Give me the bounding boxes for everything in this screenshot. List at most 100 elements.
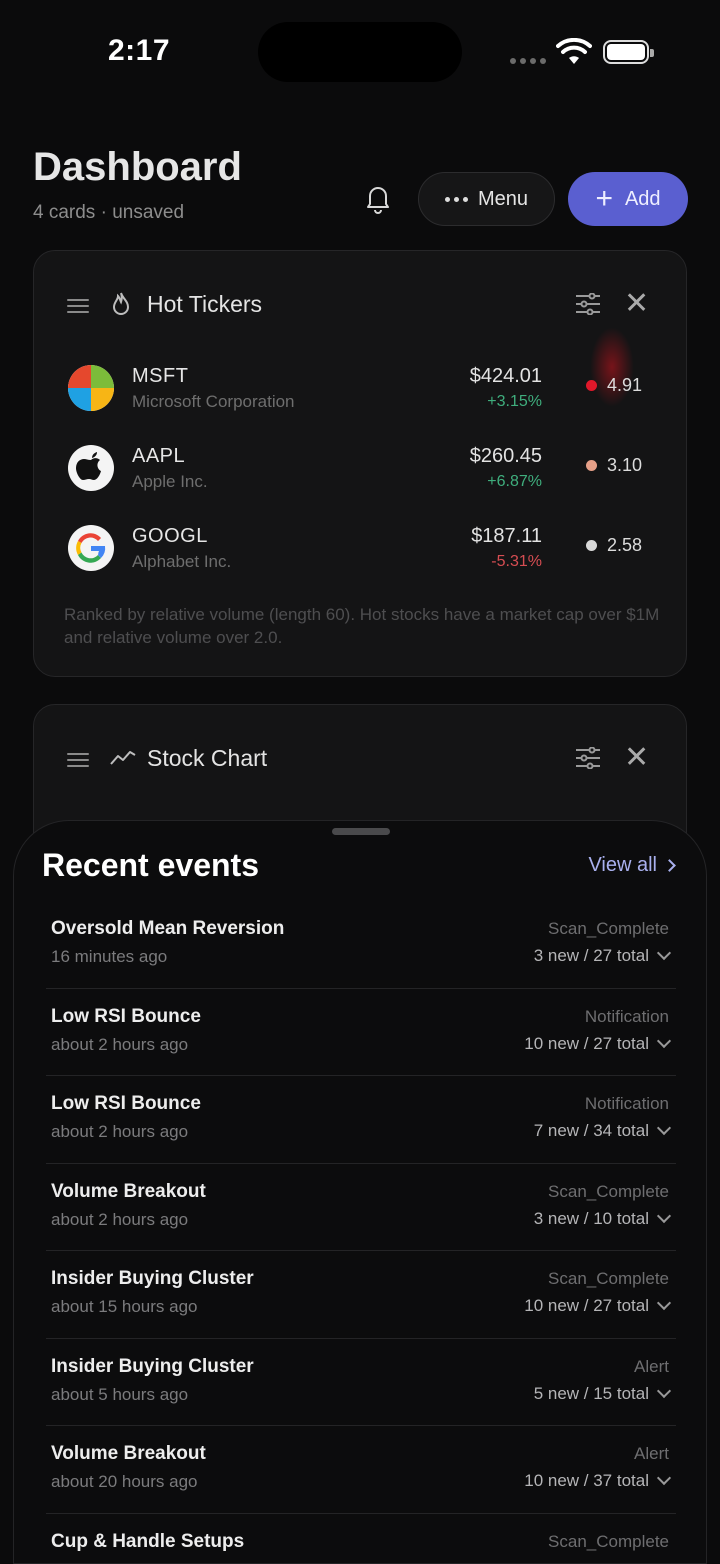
event-row[interactable]: Low RSI Bounce about 2 hours ago Notific…	[46, 1076, 676, 1164]
more-dots-icon	[444, 196, 468, 202]
event-name: Low RSI Bounce	[51, 1005, 201, 1027]
drag-handle-icon[interactable]	[67, 753, 89, 767]
view-all-link[interactable]: View all	[588, 854, 676, 877]
card-title: Stock Chart	[147, 745, 268, 771]
event-type: Scan_Complete	[548, 1531, 669, 1551]
event-row[interactable]: Low RSI Bounce about 2 hours ago Notific…	[46, 989, 676, 1076]
page-title: Dashboard	[33, 145, 242, 189]
event-count-label: 10 new / 37 total	[524, 1471, 649, 1490]
event-type: Alert	[634, 1356, 669, 1376]
close-icon[interactable]: ✕	[624, 743, 649, 773]
company-name: Apple Inc.	[132, 472, 208, 491]
event-name: Insider Buying Cluster	[51, 1355, 254, 1377]
settings-sliders-icon[interactable]	[575, 293, 601, 315]
event-type: Scan_Complete	[548, 1181, 669, 1201]
ticker-symbol: MSFT	[132, 365, 189, 387]
settings-sliders-icon[interactable]	[575, 747, 601, 769]
event-count[interactable]: 10 new / 27 total	[524, 1033, 672, 1054]
event-time: about 5 hours ago	[51, 1384, 189, 1404]
event-count[interactable]: 3 new / 10 total	[533, 1208, 672, 1229]
event-count[interactable]: 10 new / 27 total	[524, 1295, 672, 1316]
event-name: Insider Buying Cluster	[51, 1268, 254, 1289]
event-row[interactable]: Insider Buying Cluster about 15 hours ag…	[46, 1251, 676, 1339]
relative-volume-value: 2.58	[606, 535, 642, 555]
ticker-symbol: GOOGL	[132, 525, 208, 547]
trend-line-icon	[110, 751, 136, 765]
plus-icon: +	[595, 182, 613, 215]
chevron-right-icon	[663, 859, 676, 872]
sheet-grab-handle[interactable]	[332, 828, 390, 835]
event-time: 16 minutes ago	[51, 947, 168, 966]
relative-volume: 2.58	[585, 535, 642, 556]
card-title: Hot Tickers	[147, 291, 263, 317]
ticker-row[interactable]: MSFT Microsoft Corporation $424.01 +3.15…	[68, 365, 658, 425]
heat-dot-icon	[585, 460, 597, 471]
close-icon[interactable]: ✕	[624, 289, 649, 319]
company-name: Alphabet Inc.	[132, 552, 232, 571]
relative-volume: 3.10	[585, 455, 642, 476]
battery-icon	[603, 40, 654, 64]
event-name: Cup & Handle Setups	[51, 1530, 245, 1552]
card-header: Hot Tickers ✕	[34, 251, 686, 359]
ticker-price: $187.11	[471, 525, 542, 547]
recent-events-sheet[interactable]: Recent events View all Oversold Mean Rev…	[13, 820, 707, 1564]
chevron-down-icon	[656, 1033, 672, 1048]
status-bar: 2:17	[0, 0, 720, 110]
chevron-down-icon	[656, 1120, 672, 1136]
relative-volume-value: 3.10	[606, 455, 642, 475]
relative-volume: 4.91	[585, 375, 642, 396]
event-type: Scan_Complete	[548, 1269, 669, 1288]
event-count[interactable]: 3 new / 27 total	[534, 945, 672, 966]
google-logo-icon	[68, 525, 114, 571]
hot-tickers-card: Hot Tickers ✕ MSFT Microsoft Corporation…	[33, 250, 687, 677]
event-count[interactable]: 5 new / 15 total	[533, 1383, 672, 1404]
flame-icon	[112, 292, 130, 315]
event-count-label: 10 new / 27 total	[524, 1296, 649, 1315]
chevron-down-icon	[656, 1208, 672, 1223]
add-button[interactable]: + Add	[568, 172, 688, 226]
event-row[interactable]: Cup & Handle Setups Scan_Complete	[46, 1514, 676, 1564]
relative-volume-value: 4.91	[606, 375, 642, 395]
view-all-label: View all	[588, 854, 657, 876]
heat-dot-icon	[585, 380, 597, 391]
chevron-down-icon	[656, 945, 672, 961]
event-row[interactable]: Volume Breakout about 2 hours ago Scan_C…	[46, 1164, 676, 1251]
event-count[interactable]: 10 new / 37 total	[524, 1470, 672, 1491]
heat-dot-icon	[585, 540, 597, 551]
event-row[interactable]: Oversold Mean Reversion 16 minutes ago S…	[46, 901, 676, 989]
ticker-row[interactable]: GOOGL Alphabet Inc. $187.11 -5.31% 2.58	[68, 525, 658, 585]
event-row[interactable]: Volume Breakout about 20 hours ago Alert…	[46, 1426, 676, 1514]
event-count-label: 7 new / 34 total	[533, 1121, 649, 1140]
chevron-down-icon	[656, 1295, 672, 1311]
card-header: Stock Chart ✕	[34, 705, 686, 813]
ticker-change: +6.87%	[487, 473, 542, 490]
event-time: about 2 hours ago	[51, 1122, 189, 1141]
menu-button[interactable]: Menu	[418, 172, 555, 226]
event-count-label: 5 new / 15 total	[533, 1383, 649, 1403]
event-type: Alert	[634, 1444, 669, 1463]
sheet-title: Recent events	[42, 847, 259, 883]
ticker-symbol: AAPL	[132, 445, 186, 467]
cellular-signal-icon	[510, 58, 546, 64]
bell-icon[interactable]	[360, 180, 396, 216]
status-time: 2:17	[108, 34, 171, 67]
event-name: Oversold Mean Reversion	[51, 918, 285, 939]
event-name: Volume Breakout	[51, 1180, 206, 1202]
event-count[interactable]: 7 new / 34 total	[533, 1120, 672, 1141]
chevron-down-icon	[656, 1470, 672, 1486]
company-name: Microsoft Corporation	[132, 392, 295, 411]
event-row[interactable]: Insider Buying Cluster about 5 hours ago…	[46, 1339, 676, 1426]
page-subtitle: 4 cards · unsaved	[33, 202, 185, 223]
event-type: Notification	[584, 1094, 669, 1113]
hot-tickers-note: Ranked by relative volume (length 60). H…	[64, 605, 660, 647]
ticker-price: $424.01	[469, 365, 542, 387]
ticker-row[interactable]: AAPL Apple Inc. $260.45 +6.87% 3.10	[68, 445, 658, 505]
wifi-icon	[556, 38, 592, 64]
microsoft-logo-icon	[68, 365, 114, 411]
event-name: Volume Breakout	[51, 1443, 206, 1464]
chevron-down-icon	[656, 1383, 672, 1398]
event-count-label: 3 new / 10 total	[533, 1208, 649, 1228]
ticker-price: $260.45	[469, 445, 542, 467]
apple-logo-icon	[68, 445, 114, 491]
drag-handle-icon[interactable]	[67, 299, 89, 313]
